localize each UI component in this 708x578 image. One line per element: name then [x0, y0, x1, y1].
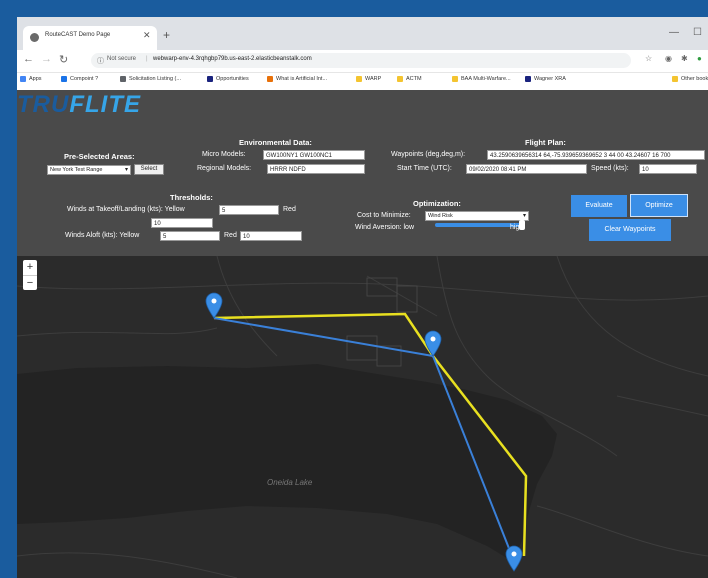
clear-waypoints-button[interactable]: Clear Waypoints: [589, 219, 671, 241]
micro-models-label: Micro Models:: [202, 151, 246, 158]
bookmark-label: ACTM: [406, 76, 422, 82]
zoom-control: + −: [23, 260, 37, 290]
calendar-icon[interactable]: ▦: [579, 164, 587, 173]
bookmark-icon: [20, 76, 26, 82]
aloft-yellow-input[interactable]: 5: [160, 231, 220, 241]
waypoint-marker-mid[interactable]: [424, 330, 442, 357]
zoom-out-button[interactable]: −: [23, 276, 37, 291]
minimize-icon[interactable]: —: [669, 27, 679, 38]
start-time-label: Start Time (UTC):: [397, 165, 452, 172]
takeoff-yellow-input[interactable]: 5: [219, 205, 279, 215]
bookmark-label: Other book: [681, 76, 708, 82]
bookmark-item[interactable]: WARP: [356, 76, 381, 82]
takeoff-winds-label: Winds at Takeoff/Landing (kts): Yellow: [67, 206, 185, 213]
zoom-in-button[interactable]: +: [23, 260, 37, 276]
bookmark-icon: [207, 76, 213, 82]
optimize-button[interactable]: Optimize: [630, 194, 688, 217]
optimization-heading: Optimization:: [413, 199, 461, 208]
select-button[interactable]: Select: [134, 164, 164, 175]
bookmark-label: WARP: [365, 76, 382, 82]
globe-icon: [30, 33, 39, 42]
bookmark-label: Wagner XRA: [534, 76, 566, 82]
cost-label: Cost to Minimize:: [357, 212, 411, 219]
bookmark-item[interactable]: Wagner XRA: [525, 76, 566, 82]
bookmark-label: BAA Multi-Warfare...: [461, 76, 511, 82]
bookmark-item[interactable]: Opportunities: [207, 76, 249, 82]
waypoints-label: Waypoints (deg,deg,m):: [391, 151, 466, 158]
control-panel: TRUFLITE Pre-Selected Areas: New York Te…: [17, 90, 708, 256]
lake-label: Oneida Lake: [267, 478, 313, 487]
aloft-red-input[interactable]: 10: [240, 231, 302, 241]
wind-aversion-label: Wind Aversion: low: [355, 224, 415, 231]
bookmarks-bar: Apps Compoint ? Solicitation Listing (... O…: [17, 73, 708, 91]
thresholds-heading: Thresholds:: [170, 193, 213, 202]
start-time-input[interactable]: 09/02/2020 08:41 PM: [466, 164, 587, 174]
waypoints-input[interactable]: 43.2590639656314 64,-75.939659369652 3 4…: [487, 150, 705, 160]
bookmark-item[interactable]: Apps: [20, 76, 42, 82]
bookmark-icon: [397, 76, 403, 82]
bookmark-icon: [356, 76, 362, 82]
bookmark-label: What is Artificial Int...: [276, 76, 328, 82]
info-icon[interactable]: ⓘ: [97, 56, 104, 66]
evaluate-button[interactable]: Evaluate: [571, 195, 627, 217]
close-tab-icon[interactable]: ✕: [143, 30, 151, 41]
micro-models-input[interactable]: GW100NY1 GW100NC1: [263, 150, 365, 160]
takeoff-red-label: Red: [283, 206, 296, 213]
bookmark-item[interactable]: ACTM: [397, 76, 422, 82]
bookmark-item[interactable]: Solicitation Listing (...: [120, 76, 181, 82]
reload-icon[interactable]: ↻: [59, 53, 68, 66]
aloft-winds-label: Winds Aloft (kts): Yellow: [65, 232, 140, 239]
bookmark-icon: [267, 76, 273, 82]
speed-label: Speed (kts):: [591, 165, 629, 172]
security-label: Not secure: [107, 56, 137, 62]
address-bar-row: ← → ↻ ⓘ Not secure | webwarp-env-4.3rqhg…: [17, 50, 708, 73]
area-select[interactable]: New York Test Range: [47, 165, 131, 175]
bookmark-icon: [61, 76, 67, 82]
bookmark-item[interactable]: Other book: [672, 76, 708, 82]
browser-tab[interactable]: RouteCAST Demo Page ✕: [23, 26, 157, 50]
back-icon[interactable]: ←: [23, 53, 34, 65]
tab-title: RouteCAST Demo Page: [45, 32, 111, 38]
map-canvas: [17, 256, 708, 578]
regional-models-input[interactable]: HRRR NDFD: [267, 164, 365, 174]
wind-aversion-high-label: high: [510, 224, 524, 231]
bookmark-icon: [525, 76, 531, 82]
waypoint-marker-end[interactable]: [505, 545, 523, 572]
takeoff-red-input[interactable]: 10: [151, 218, 213, 228]
bookmark-item[interactable]: What is Artificial Int...: [267, 76, 327, 82]
star-icon[interactable]: ☆: [645, 54, 652, 63]
speed-input[interactable]: 10: [639, 164, 697, 174]
truflite-logo: TRUFLITE: [17, 91, 141, 118]
browser-window: RouteCAST Demo Page ✕ + — ☐ ← → ↻ ⓘ Not …: [17, 17, 708, 578]
aloft-red-label: Red: [224, 232, 237, 239]
bookmark-icon: [452, 76, 458, 82]
environment-heading: Environmental Data:: [239, 138, 312, 147]
tab-strip: RouteCAST Demo Page ✕ + — ☐: [17, 17, 708, 50]
bookmark-item[interactable]: BAA Multi-Warfare...: [452, 76, 511, 82]
profile-icon[interactable]: ●: [697, 54, 702, 63]
bookmark-icon: [672, 76, 678, 82]
forward-icon[interactable]: →: [41, 53, 52, 65]
new-tab-icon[interactable]: +: [163, 28, 170, 42]
bookmark-icon: [120, 76, 126, 82]
extension-icon[interactable]: ◉: [665, 54, 672, 63]
route-map[interactable]: Oneida Lake + −: [17, 256, 708, 578]
puzzle-icon[interactable]: ✱: [681, 54, 688, 63]
bookmark-label: Solicitation Listing (...: [129, 76, 181, 82]
separator: |: [146, 56, 148, 62]
waypoint-marker-start[interactable]: [205, 292, 223, 319]
address-bar[interactable]: ⓘ Not secure | webwarp-env-4.3rqhgbp79b.…: [91, 53, 631, 68]
bookmark-label: Apps: [29, 76, 42, 82]
maximize-icon[interactable]: ☐: [693, 27, 702, 38]
regional-models-label: Regional Models:: [197, 165, 252, 172]
bookmark-item[interactable]: Compoint ?: [61, 76, 98, 82]
preselected-heading: Pre-Selected Areas:: [64, 152, 135, 161]
bookmark-label: Compoint ?: [70, 76, 99, 82]
flight-plan-heading: Flight Plan:: [525, 138, 566, 147]
cost-select[interactable]: Wind Risk: [425, 211, 529, 221]
url-text: webwarp-env-4.3rqhgbp79b.us-east-2.elast…: [153, 56, 312, 62]
bookmark-label: Opportunities: [216, 76, 249, 82]
